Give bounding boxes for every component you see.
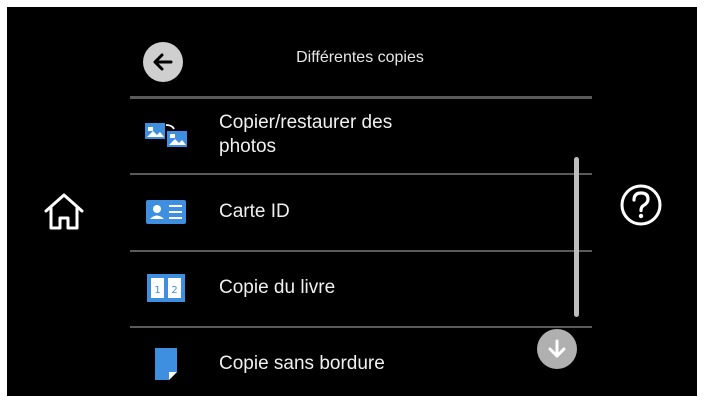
borderless-page-icon [141,344,191,384]
help-button[interactable] [615,179,667,231]
scrollbar[interactable] [574,157,579,317]
arrow-left-icon [153,53,173,71]
id-card-icon [141,192,191,232]
scroll-down-button[interactable] [537,329,577,369]
help-icon [620,184,662,226]
list-item-book-copy[interactable]: 1 2 Copie du livre [130,252,575,324]
page-title: Différentes copies [296,49,424,66]
back-button[interactable] [143,42,183,82]
book-copy-label: Copie du livre [219,277,336,298]
list-item-photo-restore[interactable]: Copier/restaurer des photos [130,99,575,171]
copy-menu-screen: Différentes copies Copier/restaurer des … [7,7,697,396]
photo-restore-label-line1: Copier/restaurer des [219,112,393,133]
list-item-id-card[interactable]: Carte ID [130,176,575,248]
copy-options-list: Copier/restaurer des photos Carte ID 1 2… [130,99,592,396]
book-copy-icon: 1 2 [141,268,191,308]
home-button[interactable] [35,185,93,237]
list-item-borderless-copy[interactable]: Copie sans bordure [130,328,575,396]
header: Différentes copies [130,7,592,99]
arrow-down-icon [548,339,566,358]
borderless-copy-label: Copie sans bordure [219,353,385,374]
list-divider [130,173,592,175]
svg-text:1: 1 [154,285,160,296]
home-icon [44,193,84,230]
svg-text:2: 2 [171,285,177,296]
photo-restore-icon [141,115,191,155]
id-card-label: Carte ID [219,201,290,222]
photo-restore-label-line2: photos [219,136,277,157]
